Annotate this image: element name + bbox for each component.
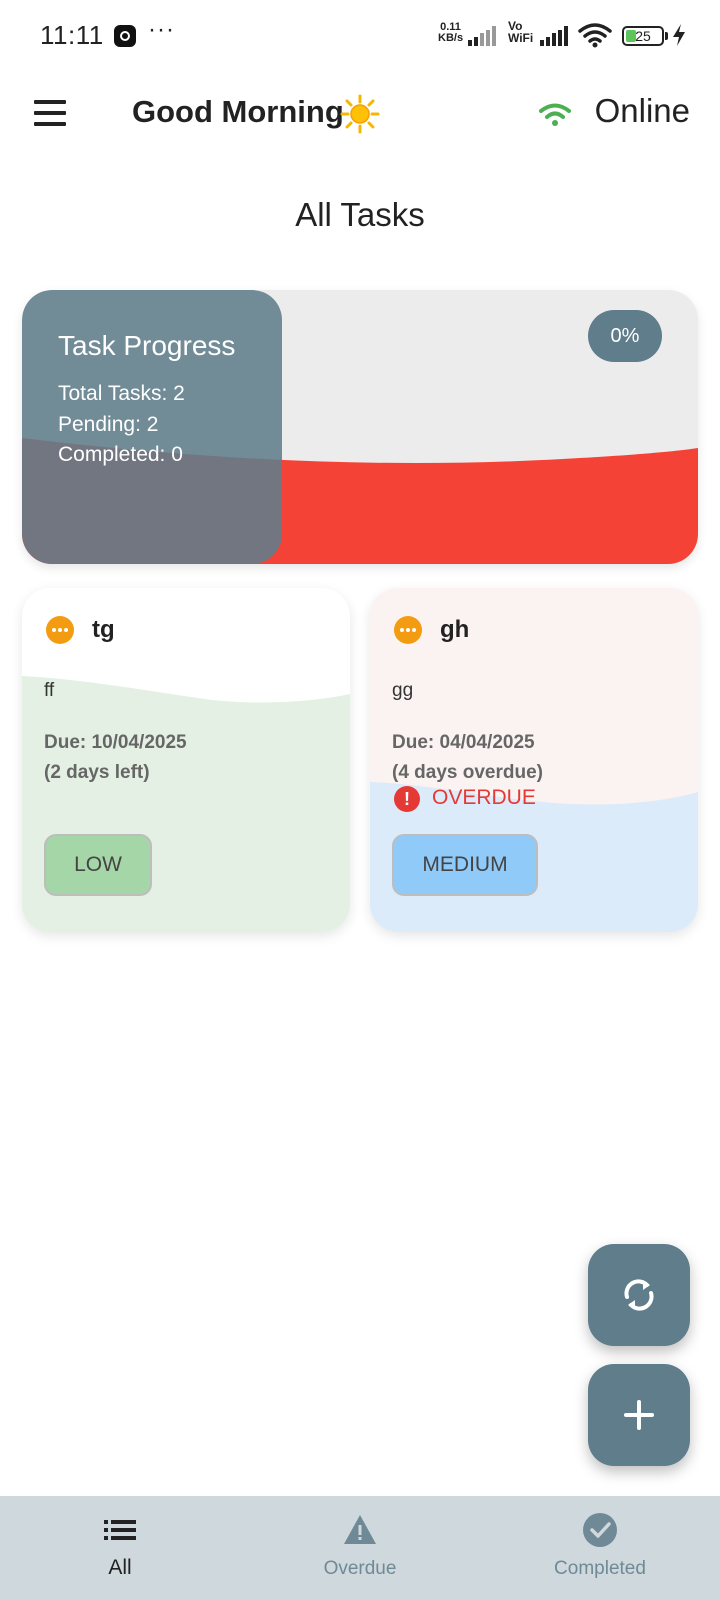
task-description: ff (44, 680, 55, 701)
wifi-online-icon (539, 103, 571, 126)
overdue-label: OVERDUE (432, 786, 536, 809)
greeting-text: Good Morning (132, 94, 344, 129)
page-title: All Tasks (295, 196, 425, 233)
progress-title: Task Progress (58, 330, 236, 361)
signal-bars-icon (468, 26, 496, 46)
total-tasks: Total Tasks: 2 (58, 382, 185, 405)
add-task-button[interactable] (588, 1364, 690, 1466)
online-label: Online (594, 92, 690, 129)
check-circle-icon (583, 1513, 617, 1547)
task-due-date: Due: 10/04/2025 (44, 732, 187, 753)
nav-item-overdue[interactable]: Overdue (240, 1496, 480, 1600)
nav-label-completed: Completed (554, 1558, 646, 1579)
task-due-date: Due: 04/04/2025 (392, 732, 535, 753)
task-title: gh (440, 616, 470, 643)
add-icon (624, 1400, 654, 1430)
nav-item-all[interactable]: All (0, 1496, 240, 1600)
more-notifications-icon: ··· (148, 16, 175, 43)
status-bar: 11:11 ··· 0.11 KB/s Vo WiFi 25 (0, 0, 720, 72)
battery-cap (665, 32, 668, 40)
sun-icon (340, 94, 380, 134)
progress-summary-panel: Task Progress Total Tasks: 2 Pending: 2 … (22, 290, 282, 564)
status-time: 11:11 (40, 20, 104, 50)
completed-tasks: Completed: 0 (58, 443, 183, 466)
charging-bolt-icon (673, 24, 685, 46)
nav-label-overdue: Overdue (323, 1558, 397, 1579)
pending-tasks: Pending: 2 (58, 413, 159, 436)
task-card[interactable]: gh gg Due: 04/04/2025 (4 days overdue) !… (370, 588, 698, 932)
network-speed-unit: KB/s (438, 32, 464, 44)
pending-dots-icon (394, 616, 422, 644)
nav-label-all: All (108, 1556, 132, 1579)
vowifi-bottom: WiFi (508, 31, 534, 45)
task-remaining: (2 days left) (44, 762, 150, 783)
task-title: tg (92, 616, 115, 643)
priority-chip-medium[interactable]: MEDIUM (392, 834, 538, 896)
bottom-navigation: All Overdue Completed (0, 1496, 720, 1600)
battery-icon: 25 (622, 26, 664, 46)
task-remaining: (4 days overdue) (392, 762, 543, 783)
progress-percent-badge: 0% (588, 310, 662, 362)
task-progress-card: Task Progress Total Tasks: 2 Pending: 2 … (22, 290, 698, 564)
sync-icon (624, 1279, 654, 1311)
task-description: gg (392, 680, 414, 701)
nav-item-completed[interactable]: Completed (480, 1496, 720, 1600)
network-speed: 0.11 KB/s (438, 22, 463, 44)
task-due: Due: 10/04/2025 (2 days left) (44, 728, 187, 788)
wifi-icon (578, 23, 612, 48)
list-icon (104, 1520, 136, 1540)
warning-icon (344, 1515, 376, 1544)
task-card[interactable]: tg ff Due: 10/04/2025 (2 days left) LOW (22, 588, 350, 932)
battery-level: 25 (635, 28, 651, 44)
priority-chip-low[interactable]: LOW (44, 834, 152, 896)
overdue-alert-icon: ! (394, 786, 420, 812)
notification-app-icon (114, 25, 136, 47)
app-bar: Good Morning Online (0, 76, 720, 152)
menu-button[interactable] (32, 98, 70, 130)
sync-button[interactable] (588, 1244, 690, 1346)
vowifi-indicator: Vo WiFi (508, 20, 533, 44)
signal-bars-2-icon (540, 26, 568, 46)
pending-dots-icon (46, 616, 74, 644)
task-due: Due: 04/04/2025 (4 days overdue) (392, 728, 543, 788)
